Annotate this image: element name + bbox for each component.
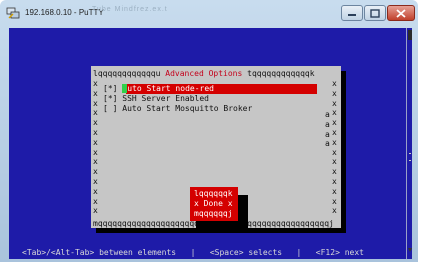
- option-label-rest: uto Start node-red: [127, 84, 214, 93]
- title-border-right: tqqqqqqqqqqqqk: [242, 69, 315, 78]
- dialog-title: Advanced Options: [165, 69, 243, 78]
- title-border-left: lqqqqqqqqqqqqu: [93, 69, 166, 78]
- putty-app-icon[interactable]: [6, 7, 20, 20]
- done-border-top: lqqqqqqk: [194, 189, 233, 198]
- option-auto-start-node-red[interactable]: [*] uto Start node-red: [103, 84, 214, 94]
- option-auto-start-mosquitto[interactable]: [ ] Auto Start Mosquitto Broker: [103, 104, 252, 114]
- dialog-border-left: x x x x x x x x x x x x x x: [93, 79, 98, 216]
- done-border-bottom: mqqqqqqj: [194, 209, 233, 218]
- scrollbar-track[interactable]: [406, 28, 407, 259]
- dialog-title-line: lqqqqqqqqqqqqu Advanced Options tqqqqqqq…: [93, 69, 315, 78]
- option-checkbox[interactable]: [*]: [103, 84, 122, 93]
- minimize-button[interactable]: [341, 5, 363, 21]
- close-button[interactable]: [387, 5, 415, 21]
- title-bar[interactable]: 192.168.0.10 - PuTTY Tube Mindfrez.ex.t: [0, 0, 418, 28]
- maximize-icon: [370, 8, 380, 18]
- background-window-text: Tube Mindfrez.ex.t: [92, 6, 168, 13]
- putty-window: 192.168.0.10 - PuTTY Tube Mindfrez.ex.t …: [0, 0, 418, 262]
- done-button[interactable]: lqqqqqqk x Done x mqqqqqqj: [190, 187, 238, 221]
- scrollbar-grip-icon: [409, 153, 411, 161]
- maximize-button[interactable]: [364, 5, 386, 21]
- terminal-area[interactable]: lqqqqqqqqqqqqu Advanced Options tqqqqqqq…: [9, 28, 412, 259]
- dialog-border-right: x x x x x x x x x x x x x x: [332, 79, 337, 216]
- scroll-down-arrow-icon[interactable]: [408, 248, 412, 252]
- minimize-icon: [348, 14, 356, 16]
- key-help-footer: <Tab>/<Alt-Tab> between elements | <Spac…: [22, 248, 364, 257]
- done-label: x Done x: [194, 199, 233, 208]
- option-checkbox[interactable]: [ ]: [103, 104, 122, 113]
- option-label: SSH Server Enabled: [122, 94, 209, 103]
- option-checkbox[interactable]: [*]: [103, 94, 122, 103]
- close-icon: [396, 8, 406, 18]
- scrollbar-thumb[interactable]: [408, 30, 412, 40]
- option-label: Auto Start Mosquitto Broker: [122, 104, 253, 113]
- scroll-marks: a a a a: [325, 110, 330, 149]
- option-ssh-server-enabled[interactable]: [*] SSH Server Enabled: [103, 94, 209, 104]
